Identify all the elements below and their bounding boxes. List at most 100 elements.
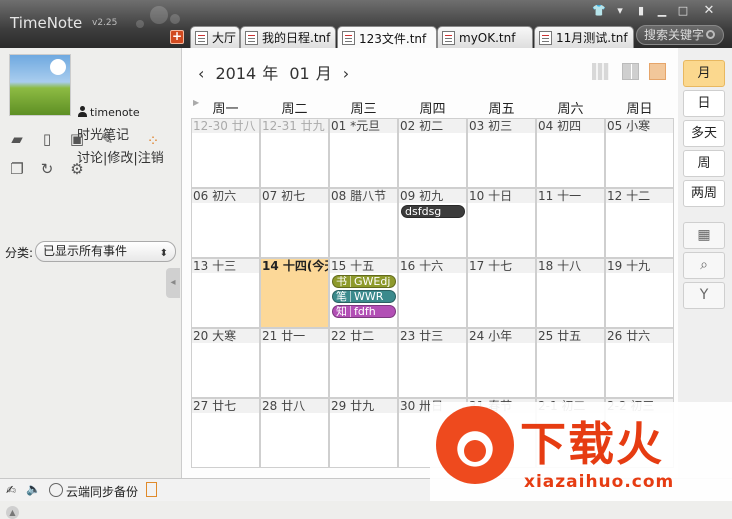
close-icon[interactable]: ✕ [701, 4, 717, 18]
tab-my-schedule[interactable]: 我的日程.tnf [240, 26, 336, 48]
file-icon [539, 30, 552, 45]
category-icon[interactable]: ⁘ [144, 132, 162, 150]
file-icon [342, 31, 355, 45]
event-chip[interactable]: 书 GWEdj [332, 275, 396, 288]
day-cell[interactable]: 02 初二 [398, 118, 467, 188]
save-icon[interactable]: ▣ [68, 130, 86, 148]
open-folder-icon[interactable]: ▰ [8, 130, 26, 148]
scroll-up-icon[interactable]: ▲ [6, 506, 19, 519]
day-cell[interactable]: 08 腊八节 [329, 188, 398, 258]
app-title: TimeNote [10, 14, 83, 32]
add-tab-button[interactable]: + [170, 30, 184, 44]
day-cell[interactable]: 12 十二 [605, 188, 674, 258]
copy-icon[interactable]: ❐ [8, 160, 26, 178]
view-multiday-button[interactable]: 多天 [683, 120, 725, 147]
prev-month-icon[interactable]: ‹ [198, 64, 204, 83]
tab-label: 11月测试.tnf [556, 31, 628, 45]
day-cell[interactable]: 15 十五书 GWEdj 笔 WWR 知 fdfh [329, 258, 398, 328]
year-value: 2014 [215, 64, 257, 83]
day-cell[interactable]: 21 廿一 [260, 328, 329, 398]
event-chip[interactable]: dsfdsg [401, 205, 465, 218]
day-cell[interactable]: 20 大寒 [191, 328, 260, 398]
day-cell[interactable]: 22 廿二 [329, 328, 398, 398]
note-icon[interactable]: ✍ [6, 483, 16, 497]
day-cell[interactable]: 23 廿三 [398, 328, 467, 398]
day-date-label: 07 初七 [261, 189, 328, 203]
skin-icon[interactable]: 👕 [591, 4, 607, 18]
day-date-label: 18 十八 [537, 259, 604, 273]
tab-hall[interactable]: 大厅 [190, 26, 240, 48]
tab-label: myOK.tnf [459, 30, 516, 45]
day-cell[interactable]: 04 初四 [536, 118, 605, 188]
calendar-icon[interactable]: ▦ [683, 222, 725, 249]
maximize-icon[interactable]: □ [675, 4, 691, 18]
day-date-label: 13 十三 [192, 259, 259, 273]
day-date-label: 12 十二 [606, 189, 673, 203]
day-cell[interactable]: 03 初三 [467, 118, 536, 188]
decor-bubble [150, 6, 168, 24]
avatar[interactable] [9, 54, 71, 116]
chevron-down-icon: ⬍ [159, 248, 168, 259]
day-cell[interactable]: 27 廿七 [191, 398, 260, 468]
sidebar: timenote 时光笔记 讨论|修改|注销 ▰ ▯ ▣ ✎ ⁘ ❐ ↻ ⚙ 分… [0, 48, 180, 519]
watermark-logo [436, 406, 514, 484]
day-cell[interactable]: 16 十六 [398, 258, 467, 328]
volume-icon[interactable]: 🔈 [26, 482, 41, 496]
column-view-icon[interactable] [592, 63, 609, 80]
day-cell[interactable]: 17 十七 [467, 258, 536, 328]
settings-icon[interactable]: ⚙ [68, 160, 86, 178]
view-day-button[interactable]: 日 [683, 90, 725, 117]
day-cell[interactable]: 05 小寒 [605, 118, 674, 188]
day-cell[interactable]: 26 廿六 [605, 328, 674, 398]
username: timenote [90, 106, 140, 119]
edit-icon[interactable]: ✎ [98, 130, 116, 148]
minimize-icon[interactable]: ▁ [654, 4, 670, 18]
day-date-label: 11 十一 [537, 189, 604, 203]
lock-icon[interactable]: ▮ [633, 4, 649, 18]
new-file-icon[interactable]: ▯ [38, 130, 56, 148]
search-icon[interactable]: ⌕ [683, 252, 725, 279]
day-cell[interactable]: 10 十日 [467, 188, 536, 258]
user-icon [77, 106, 88, 118]
day-cell[interactable]: 07 初七 [260, 188, 329, 258]
sync-icon[interactable] [49, 483, 63, 497]
day-cell[interactable]: 06 初六 [191, 188, 260, 258]
filter-select[interactable]: 已显示所有事件 ⬍ [35, 241, 176, 262]
day-cell[interactable]: 09 初九 dsfdsg [398, 188, 467, 258]
day-cell[interactable]: 24 小年 [467, 328, 536, 398]
view-month-button[interactable]: 月 [683, 60, 725, 87]
day-cell-today[interactable]: 14 十四(今天) [260, 258, 329, 328]
day-cell[interactable]: 29 廿九 [329, 398, 398, 468]
day-cell[interactable]: 19 十九 [605, 258, 674, 328]
day-date-label: 14 十四(今天) [261, 259, 328, 273]
day-cell[interactable]: 25 廿五 [536, 328, 605, 398]
day-cell[interactable]: 13 十三 [191, 258, 260, 328]
sync-label[interactable]: 云端同步备份 [66, 483, 138, 500]
tab-123-file[interactable]: 123文件.tnf [337, 26, 437, 49]
view-week-button[interactable]: 周 [683, 150, 725, 177]
branch-icon[interactable]: Y [683, 282, 725, 309]
watermark: 下载火 xiazaihuo.com [430, 402, 732, 501]
tab-nov-test[interactable]: 11月测试.tnf [534, 26, 634, 48]
event-category-tag: 书 [333, 276, 351, 287]
event-chip[interactable]: 知 fdfh [332, 305, 396, 318]
day-date-label: 23 廿三 [399, 329, 466, 343]
day-cell[interactable]: 12-30 廿八 [191, 118, 260, 188]
restore-icon[interactable]: ↻ [38, 160, 56, 178]
next-month-icon[interactable]: › [343, 64, 349, 83]
day-cell[interactable]: 12-31 廿九 [260, 118, 329, 188]
event-chip[interactable]: 笔 WWR [332, 290, 396, 303]
grid-view-icon[interactable] [622, 63, 639, 80]
day-cell[interactable]: 11 十一 [536, 188, 605, 258]
menu-icon[interactable]: ▾ [612, 4, 628, 18]
day-cell[interactable]: 01 *元旦 [329, 118, 398, 188]
search-icon[interactable] [706, 30, 715, 39]
event-title: fdfh [354, 305, 376, 318]
note-view-icon[interactable] [649, 63, 666, 80]
collapse-sidebar-handle[interactable]: ◂ [166, 268, 180, 298]
page-icon[interactable] [146, 482, 157, 497]
view-twoweek-button[interactable]: 两周 [683, 180, 725, 207]
day-cell[interactable]: 18 十八 [536, 258, 605, 328]
tab-myok[interactable]: myOK.tnf [437, 26, 533, 48]
day-cell[interactable]: 28 廿八 [260, 398, 329, 468]
